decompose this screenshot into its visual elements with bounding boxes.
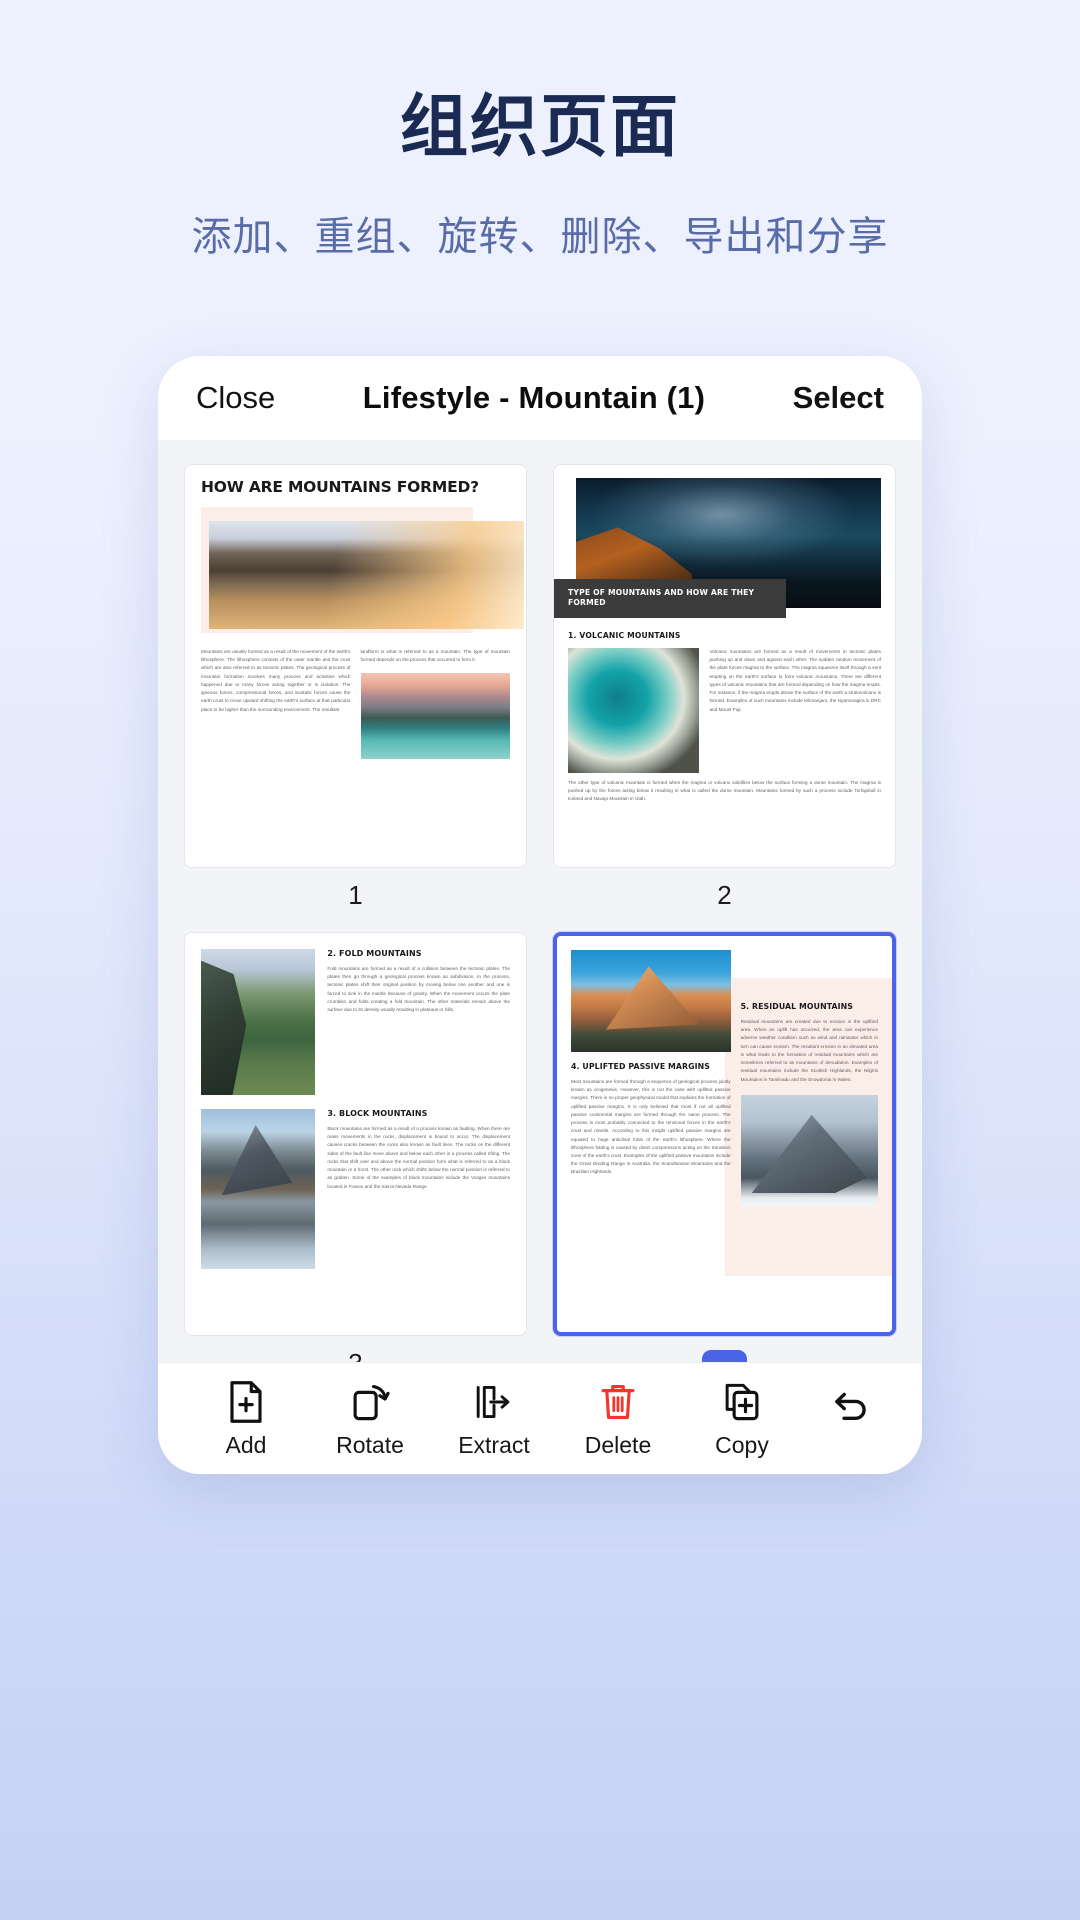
extract-icon <box>473 1379 515 1425</box>
doc-body-full: The other type of volcanic mountain is f… <box>568 780 881 802</box>
page-document-2: TYPE OF MOUNTAINS AND HOW ARE THEY FORME… <box>554 465 895 867</box>
close-button[interactable]: Close <box>196 380 275 416</box>
doc-section-heading-2: 5. RESIDUAL MOUNTAINS <box>740 1002 853 1011</box>
doc-section-heading-1: 2. FOLD MOUNTAINS <box>327 949 422 958</box>
page-document-3: 2. FOLD MOUNTAINS Fold mountains are for… <box>185 933 526 1335</box>
page-card-selected[interactable]: 4. UPLIFTED PASSIVE MARGINS Most mountai… <box>553 932 896 1336</box>
page-number-label: 1 <box>348 880 363 910</box>
page-card[interactable]: TYPE OF MOUNTAINS AND HOW ARE THEY FORME… <box>553 464 896 868</box>
doc-section-heading: 1. VOLCANIC MOUNTAINS <box>568 631 681 640</box>
image-grey-rocky-summit <box>740 1094 878 1207</box>
page-number-badge-active: 4 <box>702 1350 747 1362</box>
app-header: Close Lifestyle - Mountain (1) Select <box>158 356 922 440</box>
image-alpine-peak-blue-sky <box>571 950 731 1052</box>
doc-section-body-2: Residual mountains are created due to er… <box>740 1019 878 1082</box>
copy-label: Copy <box>715 1432 769 1458</box>
image-sunset-mountain-ridge <box>209 521 524 630</box>
document-title: Lifestyle - Mountain (1) <box>362 380 706 415</box>
doc-body-right: landform is what is referred to as a mou… <box>360 649 511 663</box>
doc-section-body-1: Fold mountains are formed as a result of… <box>327 966 510 1013</box>
image-green-valley-road <box>201 949 316 1095</box>
page-thumbnail-4[interactable]: 4. UPLIFTED PASSIVE MARGINS Most mountai… <box>553 932 896 1362</box>
undo-arrow-icon <box>828 1387 872 1431</box>
delete-label: Delete <box>584 1432 652 1458</box>
doc-section-body-1: Most mountains are formed through a sequ… <box>571 1079 731 1175</box>
app-preview-card: Close Lifestyle - Mountain (1) Select HO… <box>158 356 922 1474</box>
page-document-1: HOW ARE MOUNTAINS FORMED? Mountains are … <box>185 465 526 867</box>
add-button[interactable]: Add <box>184 1379 308 1457</box>
rotate-button[interactable]: Rotate <box>308 1379 432 1457</box>
image-mountain-reflection-lake <box>201 1109 316 1269</box>
doc-overlay-title: TYPE OF MOUNTAINS AND HOW ARE THEY FORME… <box>568 587 755 607</box>
delete-trash-icon <box>597 1379 639 1425</box>
promo-header: 组织页面 添加、重组、旋转、删除、导出和分享 <box>0 0 1080 262</box>
doc-body-right: Volcanic mountains are formed as a resul… <box>709 649 881 712</box>
page-subtitle: 添加、重组、旋转、删除、导出和分享 <box>191 215 889 260</box>
select-button[interactable]: Select <box>793 380 884 416</box>
doc-section-heading-2: 3. BLOCK MOUNTAINS <box>327 1109 428 1118</box>
bottom-toolbar: Add Rotate Extract Delete Copy <box>158 1362 922 1474</box>
page-thumbnail-3[interactable]: 2. FOLD MOUNTAINS Fold mountains are for… <box>184 932 527 1362</box>
delete-button[interactable]: Delete <box>556 1379 680 1457</box>
copy-page-icon <box>721 1379 763 1425</box>
doc-section-body-2: Block mountains are formed as a result o… <box>327 1126 510 1189</box>
image-thermal-pool <box>568 648 700 773</box>
page-thumbnail-1[interactable]: HOW ARE MOUNTAINS FORMED? Mountains are … <box>184 464 527 926</box>
page-grid: HOW ARE MOUNTAINS FORMED? Mountains are … <box>184 464 896 1362</box>
doc-body-left: Mountains are usually formed as a result… <box>201 649 351 712</box>
extract-label: Extract <box>458 1432 530 1458</box>
page-title: 组织页面 <box>399 89 680 165</box>
page-number-label: 3 <box>348 1350 362 1362</box>
rotate-label: Rotate <box>336 1432 404 1458</box>
doc-heading: HOW ARE MOUNTAINS FORMED? <box>201 478 479 496</box>
extract-button[interactable]: Extract <box>432 1379 556 1457</box>
page-thumbnail-area[interactable]: HOW ARE MOUNTAINS FORMED? Mountains are … <box>158 440 922 1362</box>
page-card[interactable]: HOW ARE MOUNTAINS FORMED? Mountains are … <box>184 464 527 868</box>
rotate-icon <box>349 1379 391 1425</box>
undo-button[interactable] <box>804 1379 896 1431</box>
page-number-label: 2 <box>717 880 732 910</box>
page-card[interactable]: 2. FOLD MOUNTAINS Fold mountains are for… <box>184 932 527 1336</box>
add-label: Add <box>225 1432 267 1458</box>
copy-button[interactable]: Copy <box>680 1379 804 1457</box>
page-thumbnail-2[interactable]: TYPE OF MOUNTAINS AND HOW ARE THEY FORME… <box>553 464 896 926</box>
doc-section-heading-1: 4. UPLIFTED PASSIVE MARGINS <box>571 1062 711 1071</box>
add-page-icon <box>225 1379 267 1425</box>
page-document-4: 4. UPLIFTED PASSIVE MARGINS Most mountai… <box>557 936 892 1332</box>
image-moraine-lake <box>360 673 510 760</box>
